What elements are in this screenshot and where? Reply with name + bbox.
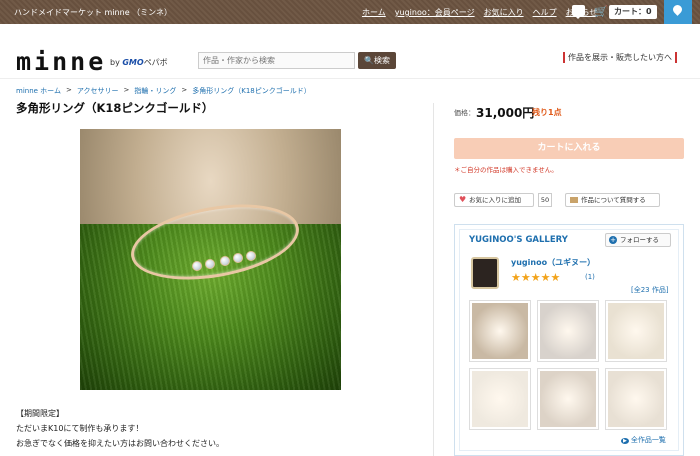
nav-help[interactable]: ヘルプ [533, 7, 557, 18]
work-thumbnails [469, 300, 669, 430]
plus-icon: + [609, 236, 617, 244]
add-favorite-button[interactable]: ♥ お気に入りに追加 [454, 193, 534, 207]
sell-link[interactable]: 作品を展示・販売したい方へ [563, 52, 677, 63]
work-thumbnail[interactable] [537, 300, 599, 362]
creator-name[interactable]: yuginoo（ユギヌー） [511, 257, 595, 268]
gmo-pepabo-brand: by GMOペパボ [110, 57, 168, 68]
ring-stone [192, 261, 202, 271]
price-label: 価格： [454, 109, 475, 117]
work-thumbnail[interactable] [469, 368, 531, 430]
heart-icon: ♥ [459, 195, 467, 204]
product-photo[interactable] [80, 129, 341, 390]
description-line: ただいまK10にて制作も承ります！ [16, 424, 144, 433]
follow-button[interactable]: + フォローする [605, 233, 671, 247]
top-nav: ホーム yuginoo：会員ページ お気に入り ヘルプ お知らせ [362, 7, 597, 18]
add-favorite-label: お気に入りに追加 [469, 196, 521, 204]
location-pin-icon[interactable] [664, 0, 692, 24]
nav-favorites[interactable]: お気に入り [484, 7, 524, 18]
ring-stone [246, 251, 256, 261]
total-works[interactable]: [全23 作品] [631, 285, 669, 295]
nav-member-page[interactable]: yuginoo：会員ページ [395, 7, 475, 18]
purchase-warning: ＊ご自分の作品は購入できません。 [454, 166, 558, 174]
description-line: お急ぎでなく価格を抑えたい方はお問い合わせください。 [16, 439, 224, 448]
work-thumbnail[interactable] [605, 368, 667, 430]
ring-stone [220, 256, 230, 266]
add-to-cart-button[interactable]: カートに入れる [454, 138, 684, 159]
breadcrumb-current[interactable]: 多角形リング（K18ピンクゴールド） [192, 86, 311, 96]
nav-home[interactable]: ホーム [362, 7, 386, 18]
cart-icon[interactable]: 🛒 [594, 5, 608, 18]
work-thumbnail[interactable] [605, 300, 667, 362]
site-name[interactable]: ハンドメイドマーケット minne （ミンネ） [14, 7, 172, 18]
favorite-count: 50 [538, 193, 552, 207]
message-icon[interactable] [572, 5, 585, 19]
cart-count[interactable]: カート：0 [609, 5, 657, 19]
ring-stone [205, 259, 215, 269]
gmo-suffix: ペパボ [143, 58, 168, 67]
gallery-title[interactable]: YUGINOO'S GALLERY [469, 235, 568, 245]
work-thumbnail[interactable] [537, 368, 599, 430]
breadcrumb: minne ホーム > アクセサリー > 指輪・リング > 多角形リング（K18ピンク… [16, 86, 311, 96]
search-button-label: 検索 [373, 56, 390, 65]
rating-count[interactable]: (1) [585, 273, 595, 281]
breadcrumb-accessories[interactable]: アクセサリー [77, 86, 119, 96]
creator-gallery: YUGINOO'S GALLERY + フォローする yuginoo（ユギヌー）… [454, 224, 684, 456]
stock-status: 残り1点 [532, 108, 562, 117]
work-thumbnail[interactable] [469, 300, 531, 362]
rating-stars: ★★★★★ [511, 271, 561, 284]
product-description: 【期間限定】 ただいまK10にて制作も承ります！ お急ぎでなく価格を抑えたい方は… [16, 406, 224, 451]
description-line: 【期間限定】 [16, 409, 64, 418]
column-divider [433, 103, 434, 456]
header-divider [0, 78, 700, 79]
logo[interactable]: minne [16, 47, 106, 76]
product-title: 多角形リング（K18ピンクゴールド） [16, 101, 214, 115]
search-button[interactable]: 🔍検索 [358, 52, 396, 69]
top-bar: ハンドメイドマーケット minne （ミンネ） ホーム yuginoo：会員ペー… [0, 0, 700, 24]
ask-question-label: 作品について質問する [581, 196, 646, 204]
gmo-prefix: by [110, 58, 120, 67]
all-works-link[interactable]: 全作品一覧 [621, 435, 666, 445]
ask-question-button[interactable]: 作品について質問する [565, 193, 660, 207]
follow-label: フォローする [620, 236, 659, 244]
search-input[interactable] [198, 52, 355, 69]
breadcrumb-home[interactable]: minne ホーム [16, 86, 61, 96]
avatar[interactable] [471, 257, 499, 289]
gmo-brand: GMO [122, 58, 144, 67]
price: 31,000円 [476, 106, 535, 120]
breadcrumb-rings[interactable]: 指輪・リング [134, 86, 176, 96]
mail-icon [570, 197, 578, 203]
ring-stone [233, 253, 243, 263]
